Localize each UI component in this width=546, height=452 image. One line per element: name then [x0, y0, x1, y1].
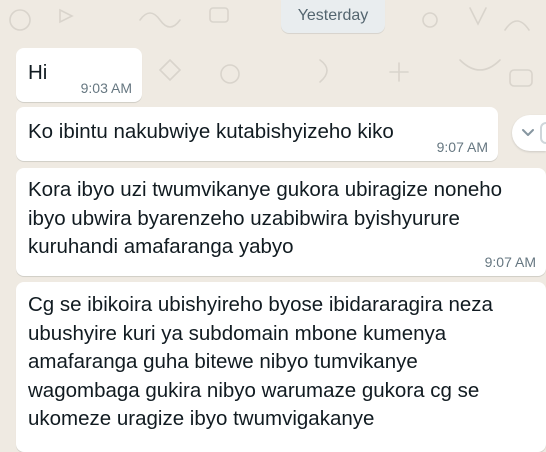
- date-divider: Yesterday: [281, 0, 385, 33]
- message-menu-button[interactable]: [512, 115, 546, 151]
- chevron-down-icon: [522, 129, 534, 136]
- message-timestamp: 9:03 AM: [80, 80, 132, 96]
- message-timestamp: 9:07 AM: [484, 254, 536, 270]
- message-bubble[interactable]: Cg se ibikoira ubishyireho byose ibidara…: [16, 282, 546, 452]
- message-text: Cg se ibikoira ubishyireho byose ibidara…: [28, 293, 493, 430]
- message-text: Kora ibyo uzi twumvikanye gukora ubiragi…: [28, 178, 503, 258]
- message-bubble[interactable]: Kora ibyo uzi twumvikanye gukora ubiragi…: [16, 168, 546, 276]
- message-text: Ko ibintu nakubwiye kutabishyizeho kiko: [28, 120, 394, 143]
- message-bubble[interactable]: Hi 9:03 AM: [16, 48, 142, 102]
- message-bubble[interactable]: Ko ibintu nakubwiye kutabishyizeho kiko …: [16, 107, 498, 161]
- message-menu-rim: [540, 122, 546, 144]
- message-timestamp: 9:07 AM: [436, 139, 488, 155]
